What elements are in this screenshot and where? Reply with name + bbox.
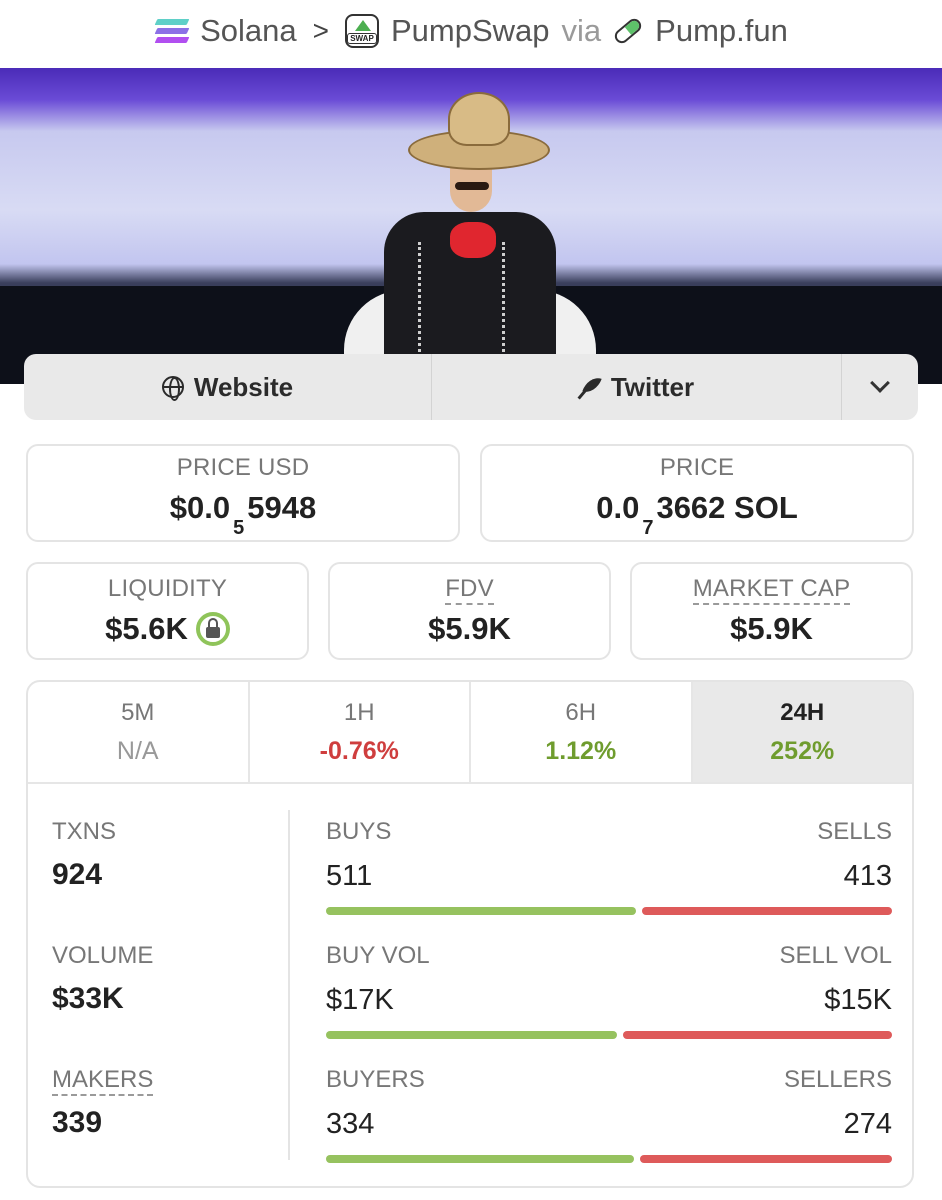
globe-icon: [161, 376, 184, 401]
tab-5m[interactable]: 5M N/A: [28, 682, 250, 782]
pill-icon: [612, 15, 645, 47]
tab-6h[interactable]: 6H 1.12%: [471, 682, 693, 782]
market-cap-card: MARKET CAP $5.9K: [630, 562, 913, 660]
social-links-bar: Website Twitter: [24, 354, 918, 420]
sells-value: 413: [843, 860, 892, 892]
tab-change-value: N/A: [116, 736, 159, 765]
pumpswap-icon-label: SWAP: [347, 33, 377, 44]
price-native-value: 0.073662 SOL: [596, 490, 798, 538]
sell-vol-value: $15K: [824, 984, 892, 1016]
volume-split-bar: [326, 1031, 892, 1039]
buyers-sellers-row: BUYERS SELLERS 334 274: [326, 1066, 892, 1163]
txns-value: 924: [52, 858, 103, 891]
twitter-label: Twitter: [610, 371, 695, 402]
market-cap-value: $5.9K: [730, 611, 813, 646]
feather-icon: [579, 376, 601, 398]
fdv-label[interactable]: FDV: [445, 575, 494, 605]
makers-value: 339: [52, 1106, 103, 1139]
lock-icon[interactable]: [195, 612, 230, 646]
website-label: Website: [193, 371, 294, 402]
makers-label[interactable]: MAKERS: [52, 1066, 154, 1096]
makers-stat: MAKERS 339: [52, 1066, 154, 1140]
buys-label: BUYS: [326, 818, 392, 845]
price-native-prefix: 0.0: [596, 490, 640, 526]
more-links-button[interactable]: [842, 354, 918, 420]
stats-panel: 5M N/A 1H -0.76% 6H 1.12% 24H 252% TXNS …: [26, 680, 914, 1188]
volume-value: $33K: [52, 982, 124, 1015]
timeframe-tabs: 5M N/A 1H -0.76% 6H 1.12% 24H 252%: [28, 682, 912, 784]
sell-vol-label: SELL VOL: [779, 942, 892, 969]
breadcrumb: Solana > SWAP PumpSwap via Pump.fun: [0, 0, 942, 62]
liquidity-label: LIQUIDITY: [107, 575, 228, 602]
price-native-digits: 3662 SOL: [656, 490, 798, 526]
buy-bar: [326, 1031, 618, 1039]
sellers-label: SELLERS: [783, 1066, 892, 1093]
sells-label: SELLS: [817, 818, 892, 845]
price-usd-label: PRICE USD: [176, 454, 310, 482]
stats-body: TXNS 924 VOLUME $33K MAKERS 339 BUYS SEL…: [28, 784, 912, 1186]
buys-sells-bar: [326, 907, 892, 915]
liquidity-card: LIQUIDITY $5.6K: [26, 562, 309, 660]
buy-vol-value: $17K: [326, 984, 394, 1016]
tab-change-value: 1.12%: [545, 736, 617, 765]
market-cap-label[interactable]: MARKET CAP: [692, 575, 851, 605]
buyers-value: 334: [326, 1108, 375, 1140]
volume-label: VOLUME: [52, 942, 154, 969]
tab-label: 5M: [121, 698, 155, 726]
price-native-label: PRICE: [659, 454, 735, 482]
tab-change-value: -0.76%: [319, 736, 399, 765]
chevron-down-icon: [870, 373, 890, 393]
sell-bar: [640, 1155, 892, 1163]
tab-label: 24H: [780, 698, 825, 726]
price-usd-zero-count: 5: [233, 516, 245, 539]
buyers-sellers-bar: [326, 1155, 892, 1163]
price-usd-prefix: $0.0: [169, 490, 231, 526]
tab-1h[interactable]: 1H -0.76%: [250, 682, 471, 782]
sellers-value: 274: [843, 1108, 892, 1140]
fdv-card: FDV $5.9K: [328, 562, 611, 660]
breadcrumb-separator: >: [312, 15, 329, 46]
volume-stat: VOLUME $33K: [52, 942, 153, 1016]
token-header-image: [0, 68, 942, 384]
sell-bar: [641, 907, 892, 915]
txns-stat: TXNS 924: [52, 818, 116, 892]
tab-label: 1H: [343, 698, 375, 726]
liquidity-value: $5.6K: [105, 611, 188, 646]
stats-divider: [288, 810, 290, 1160]
price-usd-card: PRICE USD $0.055948: [26, 444, 460, 542]
twitter-button[interactable]: Twitter: [432, 354, 842, 420]
dex-link[interactable]: PumpSwap: [391, 13, 550, 49]
fdv-value: $5.9K: [428, 611, 511, 646]
pumpswap-icon: SWAP: [345, 14, 379, 48]
launchpad-link[interactable]: Pump.fun: [655, 13, 788, 49]
tab-label: 6H: [565, 698, 597, 726]
txns-label: TXNS: [52, 818, 117, 845]
sell-bar: [623, 1031, 892, 1039]
tab-change-value: 252%: [770, 736, 835, 765]
price-native-zero-count: 7: [642, 516, 654, 539]
buy-bar: [326, 907, 636, 915]
price-native-card: PRICE 0.073662 SOL: [480, 444, 914, 542]
buys-value: 511: [326, 860, 373, 892]
price-usd-digits: 5948: [247, 490, 317, 526]
via-text: via: [561, 13, 602, 48]
buy-vol-label: BUY VOL: [326, 942, 430, 969]
solana-icon: [154, 18, 190, 44]
buy-bar: [326, 1155, 634, 1163]
buyers-label: BUYERS: [326, 1066, 425, 1093]
liquidity-value-row: $5.6K: [105, 611, 230, 647]
chain-link[interactable]: Solana: [200, 13, 297, 49]
website-button[interactable]: Website: [24, 354, 432, 420]
volume-split-row: BUY VOL SELL VOL $17K $15K: [326, 942, 892, 1039]
banner-figure: [340, 90, 600, 384]
price-usd-value: $0.055948: [169, 490, 317, 538]
buys-sells-row: BUYS SELLS 511 413: [326, 818, 892, 915]
tab-24h[interactable]: 24H 252%: [692, 682, 912, 782]
